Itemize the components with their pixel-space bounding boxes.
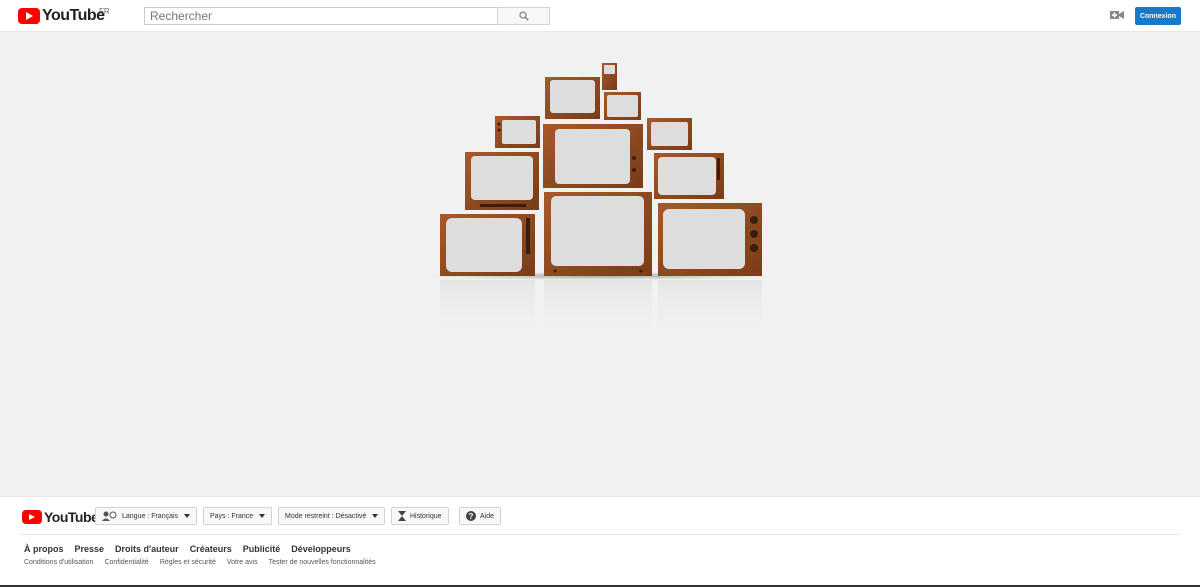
country-label: Pays : France xyxy=(210,512,254,520)
masthead: YouTube FR Rechercher Connexion xyxy=(0,0,1200,32)
footer-youtube-logo[interactable]: YouTube xyxy=(22,509,99,525)
country-button[interactable]: Pays : France xyxy=(203,507,273,525)
link-advertise[interactable]: Publicité xyxy=(243,544,281,554)
svg-text:?: ? xyxy=(469,512,474,521)
youtube-play-icon xyxy=(18,8,40,24)
stacked-tvs-illustration xyxy=(425,63,775,340)
video-camera-plus-icon[interactable] xyxy=(1110,9,1124,21)
help-icon: ? xyxy=(466,511,476,521)
help-label: Aide xyxy=(480,512,495,520)
search-button[interactable] xyxy=(497,7,550,25)
chevron-down-icon xyxy=(259,514,266,518)
link-press[interactable]: Presse xyxy=(75,544,105,554)
language-icon xyxy=(102,511,117,521)
help-button[interactable]: ? Aide xyxy=(459,507,502,525)
logo-text: YouTube xyxy=(42,7,105,24)
youtube-play-icon xyxy=(22,510,42,524)
chevron-down-icon xyxy=(184,514,191,518)
history-button[interactable]: Historique xyxy=(391,507,449,525)
link-feedback[interactable]: Votre avis xyxy=(227,559,258,566)
restricted-mode-button[interactable]: Mode restreint : Désactivé xyxy=(278,507,386,525)
link-privacy[interactable]: Confidentialité xyxy=(104,559,148,566)
search-bar: Rechercher xyxy=(144,7,550,25)
restricted-mode-label: Mode restreint : Désactivé xyxy=(285,512,367,520)
link-test-features[interactable]: Tester de nouvelles fonctionnalités xyxy=(269,559,376,566)
link-about[interactable]: À propos xyxy=(24,544,64,554)
history-label: Historique xyxy=(410,512,442,520)
link-terms[interactable]: Conditions d'utilisation xyxy=(24,559,93,566)
secondary-links: Conditions d'utilisation Confidentialité… xyxy=(24,559,376,566)
signin-button[interactable]: Connexion xyxy=(1135,7,1181,25)
language-button[interactable]: Langue : Français xyxy=(95,507,198,525)
footer-logo-text: YouTube xyxy=(44,509,99,525)
primary-links: À propos Presse Droits d'auteur Créateur… xyxy=(24,544,351,554)
link-copyright[interactable]: Droits d'auteur xyxy=(115,544,179,554)
youtube-logo[interactable]: YouTube FR xyxy=(18,7,110,25)
footer-divider xyxy=(20,534,1180,535)
chevron-down-icon xyxy=(372,514,379,518)
footer: YouTube Langue : Français Pays : France … xyxy=(0,496,1200,587)
search-icon xyxy=(518,11,529,21)
hourglass-icon xyxy=(398,511,406,521)
country-code: FR xyxy=(99,7,110,16)
link-policy-safety[interactable]: Règles et sécurité xyxy=(160,559,216,566)
language-label: Langue : Français xyxy=(122,512,179,520)
search-input[interactable]: Rechercher xyxy=(144,7,497,25)
link-developers[interactable]: Développeurs xyxy=(291,544,351,554)
link-creators[interactable]: Créateurs xyxy=(190,544,232,554)
